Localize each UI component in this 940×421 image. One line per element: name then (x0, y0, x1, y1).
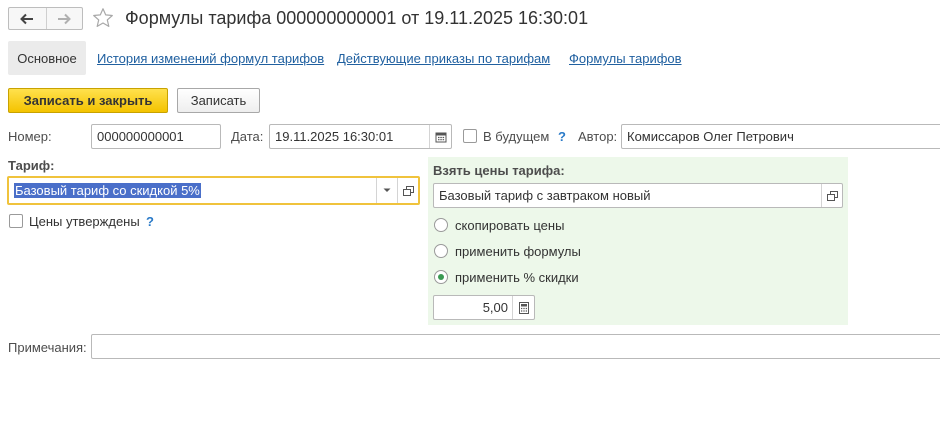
date-label: Дата: (231, 129, 264, 144)
save-button[interactable]: Записать (177, 88, 260, 113)
discount-value: 5,00 (482, 300, 508, 315)
prices-approved-checkbox[interactable] (9, 214, 23, 228)
navigation-buttons (8, 7, 83, 30)
radio-apply-formulas-label: применить формулы (455, 244, 581, 259)
prices-approved-help-icon[interactable]: ? (146, 214, 154, 229)
favorite-button[interactable] (92, 7, 114, 29)
open-form-icon (402, 185, 414, 196)
star-icon (93, 8, 113, 27)
forward-button[interactable] (45, 8, 83, 29)
tab-main[interactable]: Основное (8, 41, 86, 75)
radio-copy-prices-label: скопировать цены (455, 218, 565, 233)
radio-apply-discount-label: применить % скидки (455, 270, 579, 285)
notes-field[interactable] (91, 334, 940, 359)
calendar-button[interactable] (429, 125, 451, 148)
future-help-icon[interactable]: ? (558, 129, 566, 144)
arrow-left-icon (20, 13, 34, 24)
price-source-open-button[interactable] (821, 184, 842, 207)
save-and-close-button[interactable]: Записать и закрыть (8, 88, 168, 113)
calculator-button[interactable] (512, 296, 534, 319)
back-button[interactable] (9, 8, 46, 29)
tariff-value: Базовый тариф со скидкой 5% (14, 183, 201, 198)
tariff-field[interactable]: Базовый тариф со скидкой 5% (7, 176, 420, 205)
future-label: В будущем (483, 129, 550, 144)
chevron-down-icon (383, 188, 391, 192)
number-label: Номер: (8, 129, 52, 144)
price-source-tariff-field[interactable]: Базовый тариф с завтраком новый (433, 183, 843, 208)
open-form-icon (826, 190, 838, 201)
tariff-label: Тариф: (8, 158, 55, 173)
tab-tariff-formulas[interactable]: Формулы тарифов (569, 51, 682, 67)
radio-copy-prices[interactable] (434, 218, 448, 232)
number-field[interactable]: 000000000001 (91, 124, 221, 149)
radio-selected-dot (438, 274, 444, 280)
window-title: Формулы тарифа 000000000001 от 19.11.202… (125, 8, 589, 28)
calculator-icon (518, 301, 529, 314)
tariff-open-button[interactable] (397, 178, 418, 203)
tariff-dropdown-button[interactable] (376, 178, 397, 203)
tab-tariff-formula-history[interactable]: История изменений формул тарифов (97, 51, 324, 67)
price-source-tariff-value: Базовый тариф с завтраком новый (439, 188, 651, 203)
author-label: Автор: (578, 129, 618, 144)
tab-active-tariff-orders[interactable]: Действующие приказы по тарифам (337, 51, 550, 67)
prices-approved-label: Цены утверждены (29, 214, 140, 229)
notes-label: Примечания: (8, 340, 87, 355)
arrow-right-icon (58, 13, 72, 24)
price-source-title: Взять цены тарифа: (433, 163, 565, 178)
radio-apply-discount[interactable] (434, 270, 448, 284)
author-field[interactable]: Комиссаров Олег Петрович (621, 124, 940, 149)
discount-field[interactable]: 5,00 (433, 295, 535, 320)
date-value: 19.11.2025 16:30:01 (275, 129, 394, 144)
date-field[interactable]: 19.11.2025 16:30:01 (269, 124, 452, 149)
radio-apply-formulas[interactable] (434, 244, 448, 258)
calendar-icon (435, 132, 446, 142)
future-checkbox[interactable] (463, 129, 477, 143)
